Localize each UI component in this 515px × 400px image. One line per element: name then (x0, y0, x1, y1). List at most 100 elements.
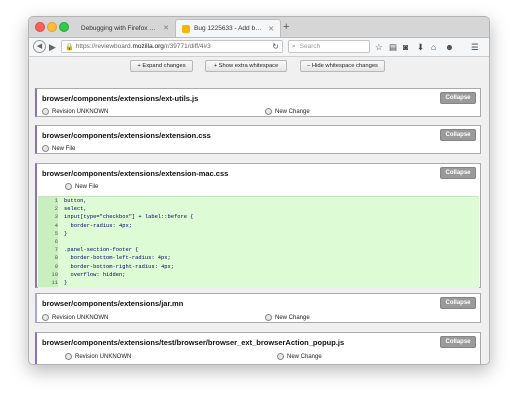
url-bar[interactable]: 🔒 https://reviewboard. mozilla.org/r/3977… (61, 40, 283, 53)
left-revision: Revision UNKNOWN (65, 353, 131, 360)
search-input[interactable]: ⌕ Search (288, 40, 370, 53)
back-button[interactable]: ◀ (33, 40, 46, 53)
radio-icon (265, 108, 272, 115)
revision-label: Revision UNKNOWN (75, 353, 132, 360)
file-diff-extension-mac-css: browser/components/extensions/extension-… (35, 163, 481, 288)
minimize-window-button[interactable] (47, 22, 57, 32)
line-text: button, (64, 198, 87, 204)
code-line: 1 button, (38, 197, 479, 206)
home-icon[interactable]: ⌂ (431, 40, 436, 54)
line-text: select, (64, 206, 87, 213)
revision-label: New File (52, 145, 76, 152)
collapse-button[interactable]: Collapse (440, 336, 476, 348)
line-number: 1 (38, 197, 58, 206)
line-text: } (64, 279, 68, 286)
line-text: border-radius: 4px; (64, 222, 132, 229)
collapse-button[interactable]: Collapse (440, 167, 476, 179)
file-diff-ext-utils: browser/components/extensions/ext-utils.… (35, 88, 481, 117)
radio-icon (42, 314, 49, 321)
line-number: 6 (38, 237, 58, 247)
file-diff-browseraction-popup: browser/components/extensions/test/brows… (35, 332, 481, 364)
navigation-toolbar: ◀ ▶ 🔒 https://reviewboard. mozilla.org/r/… (29, 38, 489, 57)
collapse-button[interactable]: Collapse (440, 129, 476, 141)
left-revision: Revision UNKNOWN (42, 314, 108, 321)
revision-label: New File (75, 183, 99, 190)
tab-bug[interactable]: Bug 1225633 - Add better ... ✕ (175, 19, 281, 37)
line-number: 10 (38, 270, 58, 279)
revision-label: New Change (275, 108, 310, 115)
left-revision: New File (65, 183, 98, 190)
radio-icon (42, 108, 49, 115)
line-text: overflow: hidden; (64, 271, 126, 278)
right-revision: New Change (265, 314, 310, 321)
file-name: browser/components/extensions/extension-… (42, 169, 229, 178)
tab-debugging[interactable]: Debugging with Firefox Develo... ✕ (75, 19, 175, 37)
url-host: mozilla.org (132, 43, 164, 50)
code-line: 6 (38, 237, 479, 247)
revision-label: Revision UNKNOWN (52, 108, 109, 115)
line-number: 11 (38, 278, 58, 288)
close-tab-icon[interactable]: ✕ (268, 25, 274, 33)
file-name: browser/components/extensions/extension.… (42, 131, 211, 140)
radio-icon (277, 353, 284, 360)
line-number: 8 (38, 254, 58, 263)
tab-strip: Debugging with Firefox Develo... ✕ Bug 1… (29, 17, 489, 38)
bugzilla-favicon-icon (182, 24, 190, 33)
bookmark-star-icon[interactable]: ☆ (375, 40, 383, 54)
line-number: 2 (38, 205, 58, 214)
code-line: 3 input[type="checkbox"] + label::before … (38, 213, 479, 222)
line-text: } (64, 230, 68, 237)
radio-icon (42, 145, 49, 152)
line-text: .panel-section-footer { (64, 247, 139, 254)
code-line: 8 border-bottom-left-radius: 4px; (38, 254, 479, 263)
line-number: 4 (38, 221, 58, 230)
radio-icon (65, 183, 72, 190)
page-content: + Expand changes + Show extra whitespace… (29, 57, 489, 364)
line-text: border-bottom-left-radius: 4px; (64, 255, 171, 262)
line-text: input[type="checkbox"] + label::before { (64, 214, 194, 221)
line-text: border-bottom-right-radius: 4px; (64, 263, 174, 270)
tab-title: Bug 1225633 - Add better ... (194, 25, 265, 32)
collapse-button[interactable]: Collapse (440, 92, 476, 104)
code-line: 10 overflow: hidden; (38, 270, 479, 279)
line-number: 5 (38, 229, 58, 238)
search-icon: ⌕ (292, 42, 296, 50)
radio-icon (265, 314, 272, 321)
hamburger-menu-icon[interactable]: ☰ (471, 40, 479, 54)
code-line: 7 .panel-section-footer { (38, 246, 479, 255)
line-number: 7 (38, 246, 58, 255)
show-whitespace-button[interactable]: + Show extra whitespace (205, 60, 287, 72)
code-line: 4 border-radius: 4px; (38, 221, 479, 230)
file-diff-extension-css: browser/components/extensions/extension.… (35, 125, 481, 154)
right-revision: New Change (277, 353, 322, 360)
code-line: 2 select, (38, 205, 479, 214)
chat-icon[interactable]: ☻ (445, 40, 454, 54)
pocket-icon[interactable]: ◙ (403, 40, 408, 54)
close-window-button[interactable] (35, 22, 45, 32)
code-line: 9 border-bottom-right-radius: 4px; (38, 262, 479, 271)
code-line: 11} (38, 278, 479, 288)
forward-button[interactable]: ▶ (49, 41, 56, 53)
revision-label: New Change (275, 314, 310, 321)
zoom-window-button[interactable] (59, 22, 69, 32)
close-tab-icon[interactable]: ✕ (163, 24, 169, 32)
url-prefix: https://reviewboard. (75, 43, 133, 50)
revision-label: New Change (287, 353, 322, 360)
download-icon[interactable]: ⬇ (417, 40, 424, 54)
revision-label: Revision UNKNOWN (52, 314, 109, 321)
hide-whitespace-button[interactable]: – Hide whitespace changes (300, 60, 385, 72)
radio-icon (65, 353, 72, 360)
left-revision: New File (42, 145, 75, 152)
file-diff-jar-mn: browser/components/extensions/jar.mn Col… (35, 293, 481, 323)
reload-icon[interactable]: ↻ (272, 42, 279, 51)
url-path: /r/39771/diff/4#3 (163, 43, 211, 50)
new-tab-button[interactable]: + (283, 19, 289, 35)
line-number: 9 (38, 262, 58, 271)
right-revision: New Change (265, 108, 310, 115)
collapse-button[interactable]: Collapse (440, 297, 476, 309)
search-placeholder: Search (299, 43, 321, 50)
expand-changes-button[interactable]: + Expand changes (130, 60, 193, 72)
file-name: browser/components/extensions/ext-utils.… (42, 94, 199, 103)
tab-title: Debugging with Firefox Develo... (81, 24, 160, 32)
reading-list-icon[interactable]: ▤ (389, 40, 397, 54)
